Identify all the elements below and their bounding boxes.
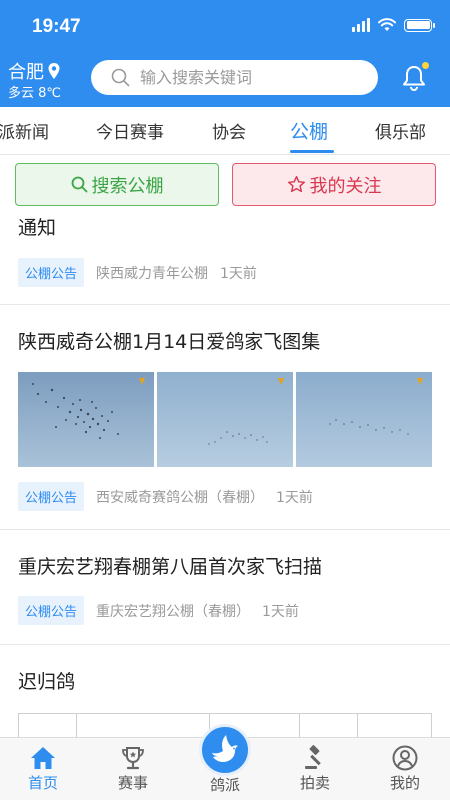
notification-dot — [422, 62, 429, 69]
search-lofts-label: 搜索公棚 — [91, 175, 164, 197]
tab-today-races[interactable]: 今日赛事 — [96, 118, 164, 143]
cellular-signal-icon — [352, 18, 370, 32]
search-input[interactable] — [140, 68, 340, 87]
nav-home[interactable]: 首页 — [8, 744, 78, 793]
nav-auction[interactable]: 拍卖 — [280, 744, 350, 793]
star-icon — [287, 175, 305, 193]
nav-profile[interactable]: 我的 — [370, 744, 440, 793]
search-bar[interactable] — [91, 60, 378, 95]
dove-icon — [212, 735, 238, 762]
category-badge: 公棚公告 — [18, 258, 85, 287]
weather-text: 多云 8℃ — [8, 86, 62, 101]
pigeon-flock-photo[interactable] — [296, 372, 432, 467]
post-meta: 公棚公告 陕西威力青年公棚 1天前 — [18, 258, 257, 287]
post-time: 1天前 — [262, 603, 299, 620]
active-tab-indicator — [290, 150, 334, 153]
search-icon — [71, 176, 87, 193]
post-meta: 公棚公告 重庆宏艺翔公棚（春棚） 1天前 — [18, 596, 299, 625]
search-icon — [111, 68, 130, 87]
my-follows-button[interactable]: 我的关注 — [232, 163, 436, 206]
nav-pigeon-label[interactable]: 鸽派 — [190, 774, 260, 795]
app-header: 合肥 多云 8℃ — [0, 52, 450, 107]
bottom-navigation: 首页 赛事 鸽派 拍卖 我的 — [0, 724, 450, 800]
city-name: 合肥 — [8, 62, 44, 83]
pigeon-flock-photo[interactable] — [18, 372, 154, 467]
post-meta: 公棚公告 西安威奇赛鸽公棚（春棚） 1天前 — [18, 482, 313, 511]
post-title: 重庆宏艺翔春棚第八届首次家飞扫描 — [18, 556, 323, 578]
post-time: 1天前 — [220, 265, 257, 282]
status-icons — [352, 18, 435, 32]
search-lofts-button[interactable]: 搜索公棚 — [15, 163, 219, 206]
nav-races[interactable]: 赛事 — [98, 744, 168, 793]
pigeon-flock-photo[interactable] — [157, 372, 293, 467]
post-source: 西安威奇赛鸽公棚（春棚） — [96, 489, 265, 506]
post-source: 重庆宏艺翔公棚（春棚） — [96, 603, 251, 620]
category-tabs: 派新闻 今日赛事 协会 公棚 俱乐部 — [0, 107, 450, 155]
post-title: 迟归鸽 — [18, 671, 76, 693]
tab-lofts[interactable]: 公棚 — [290, 117, 328, 144]
action-bar: 搜索公棚 我的关注 — [0, 155, 450, 215]
post-source: 陕西威力青年公棚 — [96, 265, 209, 282]
status-time: 19:47 — [32, 16, 81, 37]
pigeon-center-button[interactable] — [199, 724, 251, 776]
nav-home-label: 首页 — [27, 774, 58, 792]
tab-association[interactable]: 协会 — [212, 118, 246, 143]
home-icon — [31, 747, 55, 769]
category-badge: 公棚公告 — [18, 596, 85, 625]
post-title: 陕西威奇公棚1月14日爱鸽家飞图集 — [18, 331, 321, 353]
location-selector[interactable]: 合肥 — [8, 58, 61, 84]
nav-races-label: 赛事 — [117, 774, 148, 792]
tab-news[interactable]: 派新闻 — [0, 118, 49, 143]
wifi-icon — [378, 18, 396, 31]
post-time: 1天前 — [276, 489, 313, 506]
nav-profile-label: 我的 — [389, 774, 420, 792]
gavel-icon — [305, 745, 321, 769]
category-badge: 公棚公告 — [18, 482, 85, 511]
list-item[interactable]: 重庆宏艺翔春棚第八届首次家飞扫描 公棚公告 重庆宏艺翔公棚（春棚） 1天前 — [0, 530, 450, 645]
tab-clubs[interactable]: 俱乐部 — [375, 118, 426, 143]
trophy-icon — [122, 747, 144, 770]
image-gallery — [18, 372, 432, 467]
my-follows-label: 我的关注 — [309, 175, 382, 197]
user-icon — [392, 745, 418, 771]
nav-auction-label: 拍卖 — [299, 774, 330, 792]
post-title: 通知 — [18, 217, 57, 239]
list-item[interactable]: 陕西威奇公棚1月14日爱鸽家飞图集 公棚公告 西安威奇赛鸽公棚（春棚） 1天前 — [0, 305, 450, 530]
status-bar: 19:47 — [0, 0, 450, 52]
location-pin-icon — [48, 63, 60, 79]
post-feed: 通知 公棚公告 陕西威力青年公棚 1天前 陕西威奇公棚1月14日爱鸽家飞图集 公… — [0, 215, 450, 737]
list-item[interactable]: 通知 公棚公告 陕西威力青年公棚 1天前 — [0, 215, 450, 305]
battery-icon — [404, 18, 435, 32]
